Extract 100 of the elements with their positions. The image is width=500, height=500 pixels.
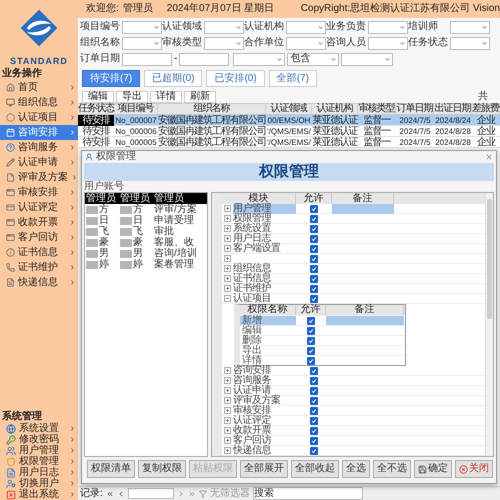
table-row[interactable]: 待安排 No_000006安徽国冉建筑工程有限公司'/QMS/EMS/ 莱亚德认证 监督一 2024/7/5 2024/8/28 企业: [78, 126, 500, 137]
table-cell[interactable]: 咨询服务: [233, 376, 296, 386]
column-header[interactable]: 允许: [296, 305, 326, 315]
expand-icon[interactable]: [224, 245, 231, 252]
expand-icon[interactable]: [224, 437, 231, 444]
checkbox[interactable]: [310, 436, 318, 444]
checkbox[interactable]: [310, 446, 318, 454]
select-field[interactable]: [450, 36, 490, 50]
checkbox[interactable]: [310, 406, 318, 414]
table-cell[interactable]: 权限管理: [233, 214, 296, 224]
table-cell[interactable]: 组织信息: [233, 264, 296, 274]
table-cell[interactable]: 新增: [240, 316, 296, 325]
expand-icon[interactable]: [224, 255, 231, 262]
column-header[interactable]: 项目编号: [114, 104, 158, 114]
sidebar-item[interactable]: 退出系统: [0, 489, 78, 500]
tab[interactable]: 已超期(0): [144, 70, 202, 87]
expand-icon[interactable]: [224, 447, 231, 454]
checkbox[interactable]: [310, 284, 318, 292]
expand-icon[interactable]: [224, 205, 231, 212]
select-field[interactable]: [233, 52, 286, 66]
checkbox[interactable]: [307, 356, 315, 364]
table-cell[interactable]: 快递信息: [233, 446, 296, 456]
sidebar-item[interactable]: 权限管理: [0, 456, 78, 467]
select-field[interactable]: [286, 20, 326, 34]
toolbar-button[interactable]: 刷新: [184, 90, 216, 102]
table-cell[interactable]: 删除: [240, 336, 296, 345]
column-header[interactable]: 认证领域: [266, 104, 312, 114]
checkbox[interactable]: [310, 366, 318, 374]
date-field[interactable]: [122, 52, 172, 66]
checkbox[interactable]: [310, 416, 318, 424]
table-cell[interactable]: 收款开票: [233, 426, 296, 436]
column-header[interactable]: 管理员: [119, 193, 153, 204]
column-header[interactable]: 审核类型: [358, 104, 396, 114]
select-field[interactable]: 包含: [287, 52, 340, 66]
table-row[interactable]: 待安排 No_000007安徽国冉建筑工程有限公司 00/EMS/OH 莱亚德认证 监督一 2024/7/5 2024/8/24 企业: [78, 115, 500, 126]
checkbox[interactable]: [307, 336, 315, 344]
select-field[interactable]: [122, 36, 162, 50]
checkbox[interactable]: [310, 244, 318, 252]
table-cell[interactable]: 证书维护: [233, 284, 296, 294]
select-field[interactable]: [368, 36, 408, 50]
sidebar-item[interactable]: 认证项目: [0, 110, 78, 125]
tab[interactable]: 全部(7): [268, 70, 317, 87]
column-header[interactable]: 管理员: [85, 193, 119, 204]
sidebar-item[interactable]: 认证申请: [0, 155, 78, 170]
expand-icon[interactable]: [224, 275, 231, 282]
table-cell[interactable]: 用户日志: [233, 234, 296, 244]
expand-icon[interactable]: [224, 285, 231, 292]
sidebar-item[interactable]: 评审及方案: [0, 170, 78, 185]
table-cell[interactable]: 用户管理: [233, 204, 296, 214]
search-field[interactable]: 搜索: [252, 487, 363, 500]
sidebar-item[interactable]: 证书维护: [0, 260, 78, 275]
sidebar-item[interactable]: 收款开票: [0, 215, 78, 230]
table-cell[interactable]: 认证评定: [233, 416, 296, 426]
select-field[interactable]: [450, 20, 490, 34]
checkbox[interactable]: [310, 254, 318, 262]
select-field[interactable]: [204, 36, 244, 50]
scrollbar[interactable]: [485, 193, 493, 456]
select-field[interactable]: [122, 20, 162, 34]
expand-icon[interactable]: [224, 215, 231, 222]
confirm-button[interactable]: 确定: [414, 460, 452, 478]
toolbar-button[interactable]: 编辑: [82, 90, 114, 102]
toolbar-button[interactable]: 导出: [116, 90, 148, 102]
column-header[interactable]: 组织名称: [158, 104, 266, 114]
checkbox[interactable]: [307, 326, 315, 334]
sidebar-item[interactable]: 切换用户: [0, 478, 78, 489]
checkbox[interactable]: [307, 316, 315, 324]
checkbox[interactable]: [310, 204, 318, 212]
tab[interactable]: 待安排(7): [82, 70, 140, 87]
checkbox[interactable]: [310, 386, 318, 394]
checkbox[interactable]: [310, 264, 318, 272]
checkbox[interactable]: [307, 346, 315, 354]
table-cell[interactable]: 认证项目: [233, 294, 296, 304]
column-header[interactable]: 认证机构: [312, 104, 358, 114]
table-cell[interactable]: 编辑: [240, 326, 296, 335]
checkbox[interactable]: [310, 274, 318, 282]
column-header[interactable]: 管理员: [153, 193, 207, 204]
table-cell[interactable]: 证书信息: [233, 274, 296, 284]
checkbox[interactable]: [310, 214, 318, 222]
tab[interactable]: 已安排(0): [206, 70, 265, 87]
action-button[interactable]: 全不选: [373, 460, 411, 478]
checkbox[interactable]: [310, 234, 318, 242]
action-button[interactable]: 全部收起: [291, 460, 339, 478]
checkbox[interactable]: [310, 426, 318, 434]
sidebar-item[interactable]: 审核安排: [0, 185, 78, 200]
table-row[interactable]: 待安排 No_000005安徽国冉建筑工程有限公司'/QMS/EMS/ 莱亚德认证 监督一 2024/7/5 2024/8/28 企业: [78, 137, 500, 148]
checkbox[interactable]: [310, 224, 318, 232]
checkbox[interactable]: [310, 396, 318, 404]
table-cell[interactable]: 咨询安排: [233, 366, 296, 376]
sidebar-item[interactable]: 客户回访: [0, 230, 78, 245]
date-field[interactable]: [179, 52, 230, 66]
toolbar-button[interactable]: 详情: [150, 90, 182, 102]
table-cell[interactable]: 系统设置: [233, 224, 296, 234]
expand-icon[interactable]: [224, 265, 231, 272]
expand-icon[interactable]: [224, 367, 231, 374]
first-record-icon[interactable]: [106, 490, 114, 498]
table-cell[interactable]: 客户端设置: [233, 244, 296, 254]
record-field[interactable]: [128, 488, 174, 499]
table-cell[interactable]: 评审及方案: [233, 396, 296, 406]
select-field[interactable]: [204, 20, 244, 34]
last-record-icon[interactable]: [188, 490, 196, 498]
